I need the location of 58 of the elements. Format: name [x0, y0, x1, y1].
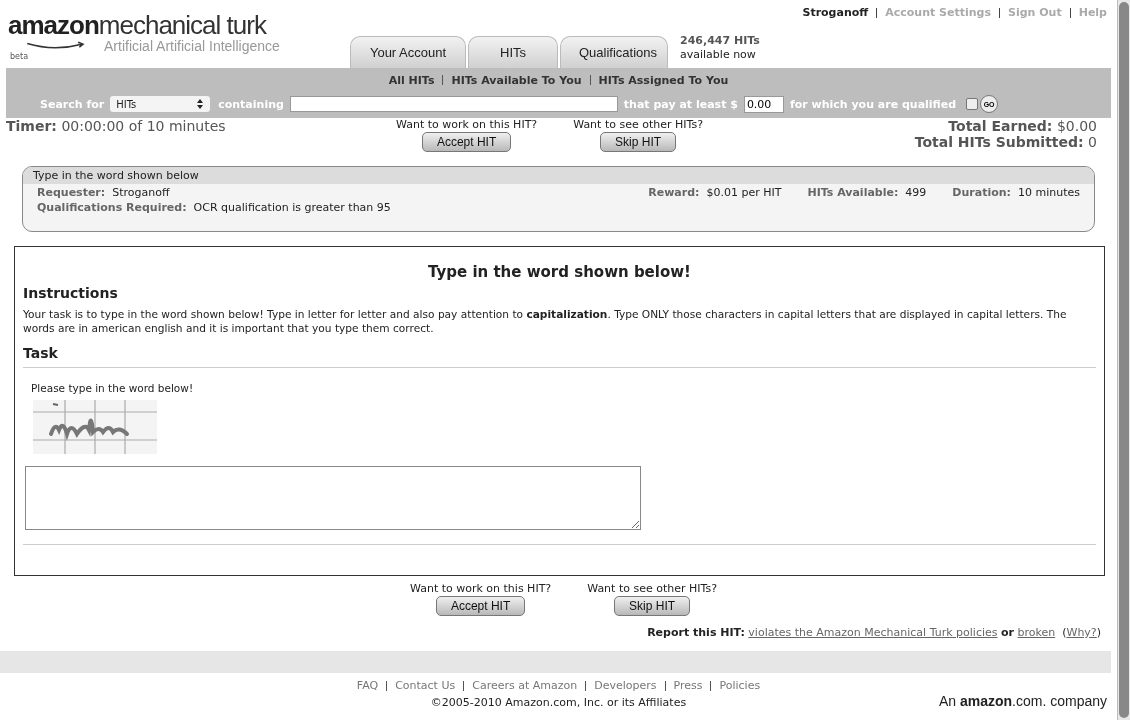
- answer-field[interactable]: [25, 466, 641, 530]
- qualifications: Qualifications Required: OCR qualification is greater than 95: [37, 201, 391, 214]
- footer-link[interactable]: Policies: [719, 679, 761, 692]
- instructions-text: Your task is to type in the word shown below! Type in letter for letter and also pay attention to capitalization. Type ONLY those characters in capital letters that are displayed in capital letters. The words are in american english and it is important that you type them correct.: [23, 307, 1068, 335]
- user-name: Stroganoff: [802, 6, 869, 19]
- search-label: for which you are qualified: [789, 97, 957, 111]
- skip-prompt: Want to see other HITs?: [573, 118, 703, 131]
- logo-text: amazon: [8, 10, 99, 40]
- broken-link[interactable]: broken: [1017, 626, 1056, 639]
- dropdown-icon: [196, 98, 205, 110]
- footer-link[interactable]: Careers at Amazon: [472, 679, 578, 692]
- hit-title: Type in the word shown below: [23, 167, 1094, 184]
- report-text: Report this HIT: violates the Amazon Mechanical Turk policies or broken (Why?): [646, 626, 1101, 639]
- search-label: Search for: [40, 97, 105, 111]
- hits-note: available now: [680, 48, 757, 62]
- footer-link[interactable]: Developers: [594, 679, 657, 692]
- type-select[interactable]: HITs: [110, 96, 211, 112]
- timer: Timer: 00:00:00 of 10 minutes: [6, 118, 227, 136]
- skip-button[interactable]: Skip HIT: [614, 596, 691, 616]
- section-heading: Task: [23, 345, 59, 361]
- total-stat: Total Earned: $0.00: [948, 118, 1097, 134]
- logo-text: mechanical turk: [98, 10, 266, 40]
- policy-link[interactable]: violates the Amazon Mechanical Turk policies: [748, 626, 998, 639]
- qualified-checkbox[interactable]: [966, 98, 979, 110]
- company-text: An amazon.com. company: [938, 693, 1107, 709]
- requester: Requester: Stroganoff: [37, 186, 170, 199]
- pay-field[interactable]: 0.00: [743, 95, 784, 113]
- search-label: that pay at least $: [623, 97, 738, 111]
- hits-count: 246,447 HITs: [680, 34, 760, 48]
- accept-button[interactable]: Accept HIT: [421, 132, 512, 152]
- beta-label: beta: [10, 52, 29, 61]
- copyright: ©2005-2010 Amazon.com, Inc. or its Affiliates: [430, 696, 687, 709]
- tagline: Artificial Artificial Intelligence: [104, 38, 280, 54]
- duration: Duration: 10 minutes: [952, 186, 1080, 199]
- footer-link[interactable]: Contact Us: [395, 679, 456, 692]
- scrollbar[interactable]: [1117, 0, 1130, 720]
- task-heading: Type in the word shown below!: [427, 263, 692, 281]
- section-heading: Instructions: [23, 285, 119, 301]
- total-stat: Total HITs Submitted: 0: [914, 134, 1097, 150]
- tab[interactable]: HITs: [468, 36, 558, 68]
- accept-button[interactable]: Accept HIT: [435, 596, 526, 616]
- search-label: containing: [218, 97, 284, 111]
- why-link[interactable]: Why?: [1066, 626, 1097, 639]
- tab[interactable]: Qualifications: [560, 36, 668, 68]
- skip-prompt: Want to see other HITs?: [587, 582, 717, 595]
- nav-link[interactable]: HITs Assigned To You: [598, 73, 729, 87]
- footer-link[interactable]: FAQ: [356, 679, 379, 692]
- keyword-field[interactable]: [289, 96, 618, 112]
- accept-prompt: Want to work on this HIT?: [396, 118, 538, 131]
- tab[interactable]: Your Account: [350, 36, 466, 68]
- accept-prompt: Want to work on this HIT?: [410, 582, 552, 595]
- footer-link[interactable]: Press: [673, 679, 703, 692]
- nav-link[interactable]: HITs Available To You: [451, 73, 582, 87]
- reward: Reward: $0.01 per HIT: [648, 186, 782, 199]
- skip-button[interactable]: Skip HIT: [600, 132, 677, 152]
- hits-available: HITs Available: 499: [807, 186, 927, 199]
- nav-link[interactable]: All HITs: [388, 73, 435, 87]
- prompt-text: Please type in the word below!: [31, 382, 195, 394]
